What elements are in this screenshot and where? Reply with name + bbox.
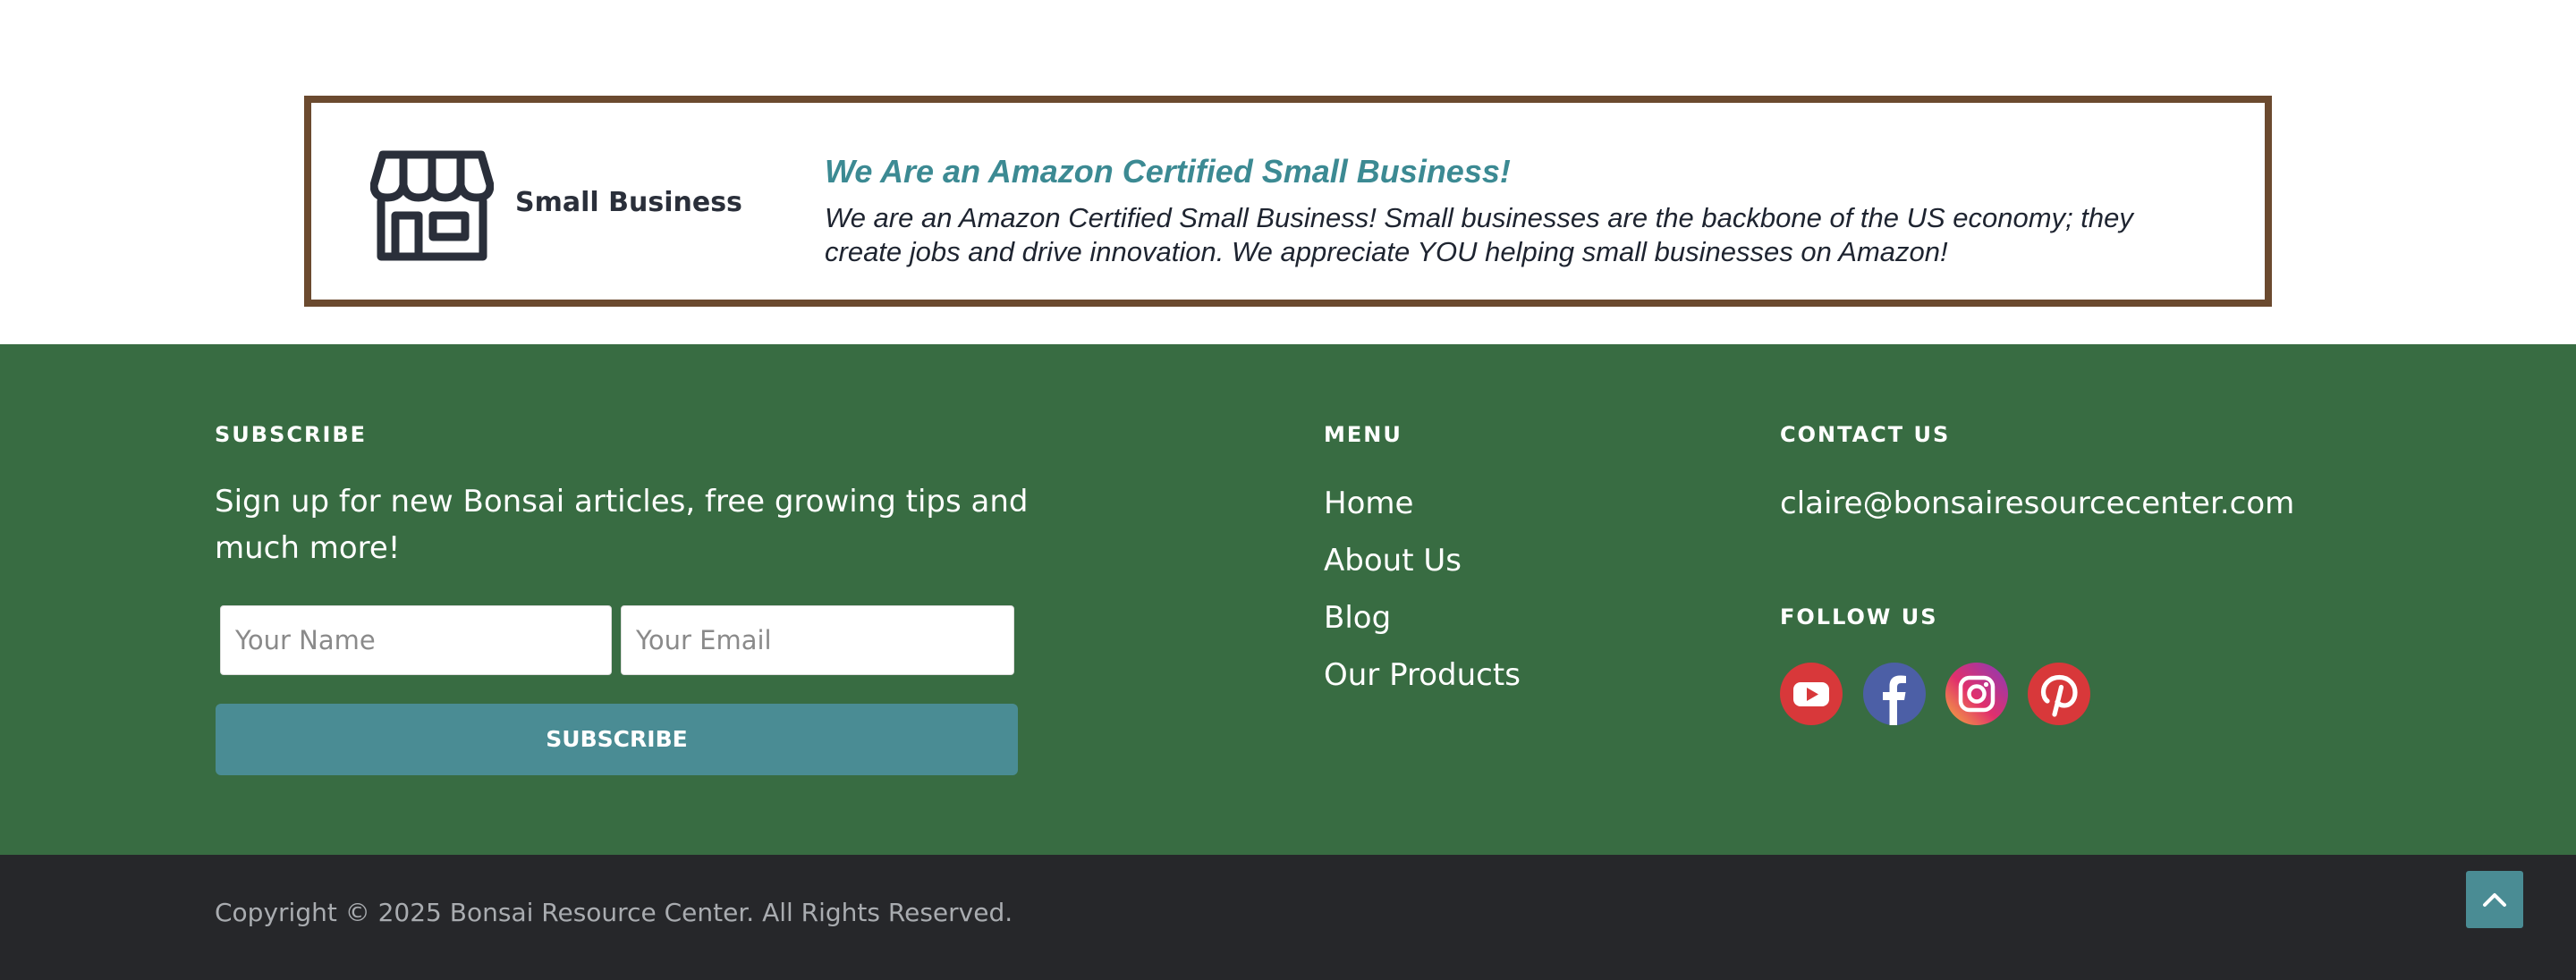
- menu-item: Blog: [1324, 600, 1521, 657]
- menu-link-our-products[interactable]: Our Products: [1324, 657, 1521, 693]
- menu-item: About Us: [1324, 543, 1521, 600]
- footer-main: SUBSCRIBE Sign up for new Bonsai article…: [0, 344, 2576, 855]
- copyright-text: Copyright © 2025 Bonsai Resource Center.…: [215, 898, 1013, 927]
- footer-bottom-bar: Copyright © 2025 Bonsai Resource Center.…: [0, 855, 2576, 980]
- name-input[interactable]: [220, 605, 612, 675]
- storefront-icon: [370, 150, 494, 261]
- youtube-icon[interactable]: [1780, 663, 1843, 725]
- email-input[interactable]: [621, 605, 1014, 675]
- menu-heading: MENU: [1324, 422, 1402, 447]
- menu-link-home[interactable]: Home: [1324, 486, 1413, 521]
- instagram-icon[interactable]: [1945, 663, 2008, 725]
- subscribe-heading: SUBSCRIBE: [215, 422, 368, 447]
- certified-banner-section: Small Business We Are an Amazon Certifie…: [0, 0, 2576, 344]
- certified-title: We Are an Amazon Certified Small Busines…: [825, 153, 1511, 190]
- menu-link-blog[interactable]: Blog: [1324, 600, 1391, 636]
- menu-item: Our Products: [1324, 657, 1521, 714]
- chevron-up-icon: [2483, 893, 2506, 907]
- contact-email-link[interactable]: claire@bonsairesourcecenter.com: [1780, 486, 2294, 521]
- back-to-top-button[interactable]: [2466, 871, 2523, 928]
- footer-menu: Home About Us Blog Our Products: [1324, 486, 1521, 714]
- pinterest-icon[interactable]: [2028, 663, 2090, 725]
- menu-item: Home: [1324, 486, 1521, 543]
- menu-link-about-us[interactable]: About Us: [1324, 543, 1462, 579]
- subscribe-description: Sign up for new Bonsai articles, free gr…: [215, 484, 1029, 566]
- subscribe-button[interactable]: SUBSCRIBE: [216, 704, 1018, 775]
- certified-banner: Small Business We Are an Amazon Certifie…: [304, 96, 2272, 307]
- contact-heading: CONTACT US: [1780, 422, 1951, 447]
- small-business-label: Small Business: [515, 187, 742, 218]
- follow-heading: FOLLOW US: [1780, 604, 1938, 629]
- facebook-icon[interactable]: [1863, 663, 1926, 725]
- certified-description: We are an Amazon Certified Small Busines…: [825, 202, 2133, 267]
